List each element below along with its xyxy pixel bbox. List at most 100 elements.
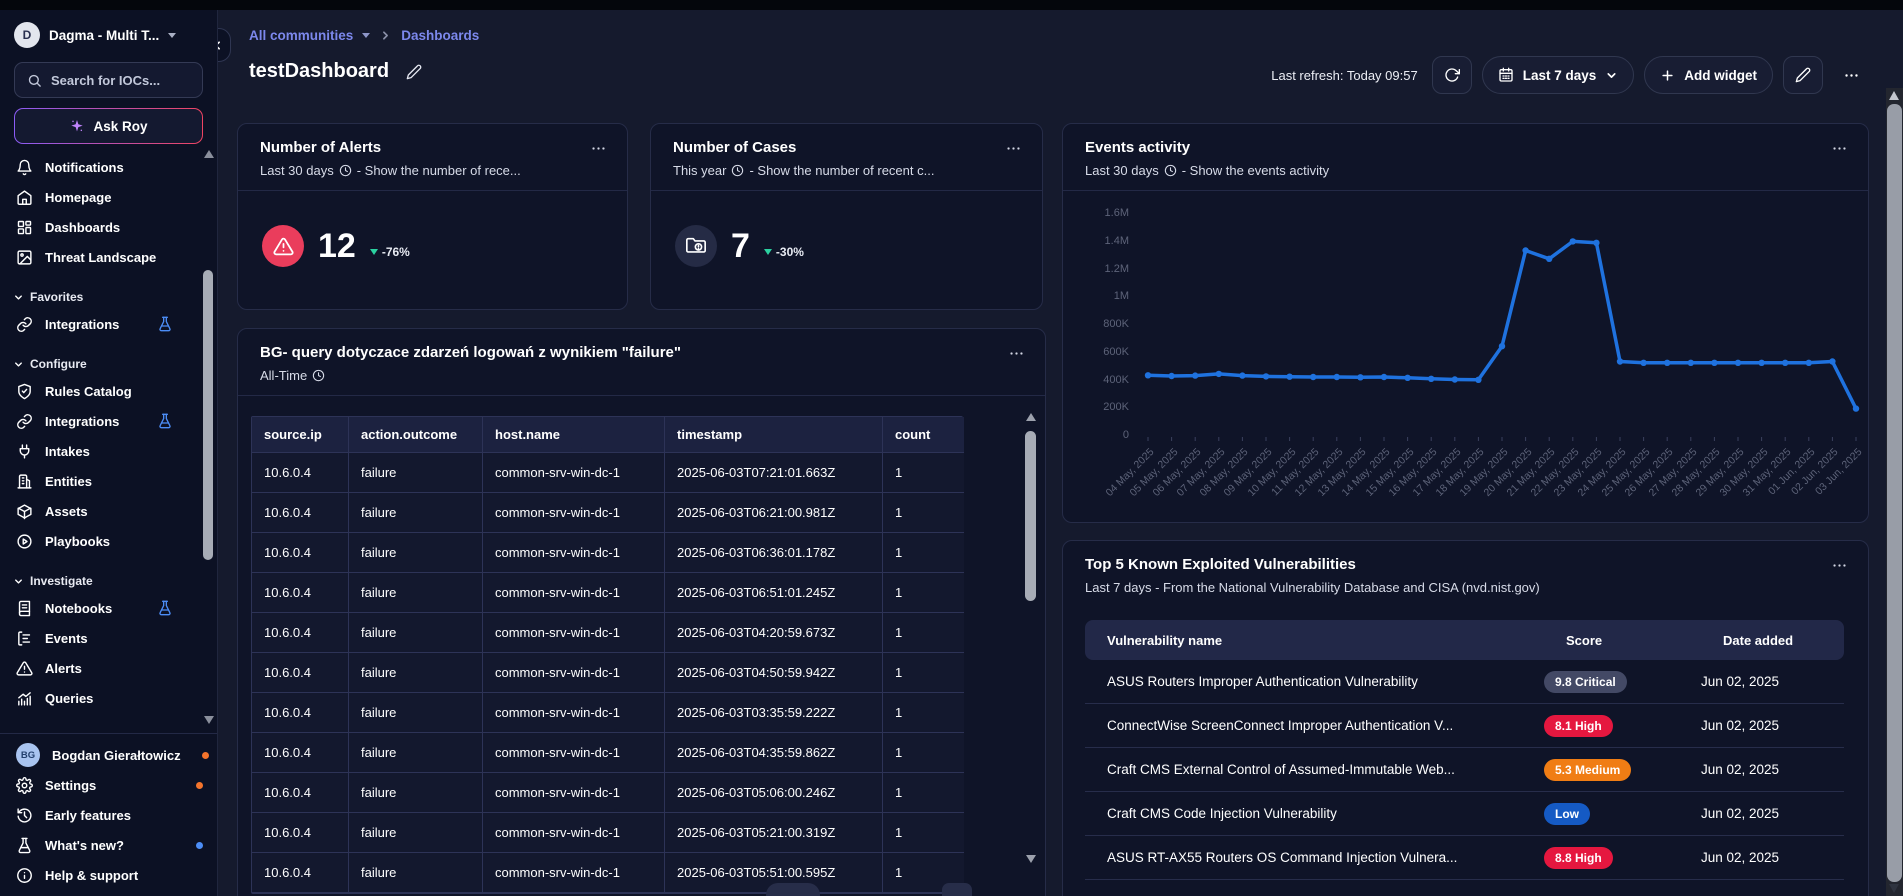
cell-score: 8.1 High bbox=[1544, 715, 1701, 737]
sidebar-collapse-button[interactable] bbox=[218, 28, 231, 62]
events-line-chart[interactable]: 0200K400K600K800K1M1.2M1.4M1.6M04 May, 2… bbox=[1063, 194, 1869, 523]
sidebar-item-queries[interactable]: Queries bbox=[0, 683, 199, 713]
sidebar-section-investigate[interactable]: Investigate bbox=[0, 569, 199, 593]
cell-source-ip: 10.6.0.4 bbox=[252, 733, 349, 773]
table-pagination-button[interactable] bbox=[766, 883, 820, 896]
table-row: Craft CMS External Control of Assumed-Im… bbox=[1085, 748, 1844, 792]
dashboard-more-button[interactable] bbox=[1833, 56, 1869, 94]
sidebar-section-configure[interactable]: Configure bbox=[0, 352, 199, 376]
scroll-down-arrow[interactable] bbox=[1889, 884, 1899, 893]
cell-host-name: common-srv-win-dc-1 bbox=[483, 813, 665, 853]
sidebar-item-whats-new[interactable]: What's new? bbox=[0, 830, 217, 860]
widget-menu-button[interactable] bbox=[1831, 140, 1848, 162]
flask-icon bbox=[16, 837, 33, 854]
clock-icon bbox=[731, 164, 744, 177]
cell-count: 1 bbox=[883, 573, 964, 613]
widget-menu-button[interactable] bbox=[590, 140, 607, 162]
scroll-up-arrow[interactable] bbox=[1889, 91, 1899, 100]
refresh-button[interactable] bbox=[1432, 56, 1472, 94]
table-row: 10.6.0.4 failure common-srv-win-dc-1 202… bbox=[252, 453, 962, 493]
sidebar-item-dashboards[interactable]: Dashboards bbox=[0, 212, 199, 242]
scroll-down-arrow[interactable] bbox=[1026, 855, 1036, 863]
breadcrumb-dashboards[interactable]: Dashboards bbox=[401, 28, 479, 43]
widget-bg-query: BG- query dotyczace zdarzeń logowań z wy… bbox=[237, 328, 1046, 896]
edit-title-pencil-icon[interactable] bbox=[406, 64, 422, 80]
bell-icon bbox=[16, 159, 33, 176]
scroll-up-arrow[interactable] bbox=[1026, 413, 1036, 421]
widget-menu-button[interactable] bbox=[1005, 140, 1022, 162]
cell-action-outcome: failure bbox=[349, 813, 483, 853]
ioc-search-input[interactable]: Search for IOCs... bbox=[14, 62, 203, 98]
widget-subtitle: This year - Show the number of recent c.… bbox=[673, 163, 1020, 178]
scrollbar-thumb[interactable] bbox=[1025, 431, 1036, 601]
scrollbar-thumb[interactable] bbox=[203, 270, 213, 560]
y-axis-tick: 200K bbox=[1083, 401, 1129, 413]
more-dots-icon bbox=[1005, 140, 1022, 157]
sidebar-item-settings[interactable]: Settings bbox=[0, 770, 217, 800]
sidebar-item-playbooks[interactable]: Playbooks bbox=[0, 526, 199, 556]
sidebar-item-early-features[interactable]: Early features bbox=[0, 800, 217, 830]
sidebar-item-threat-landscape[interactable]: Threat Landscape bbox=[0, 242, 199, 272]
y-axis-tick: 400K bbox=[1083, 374, 1129, 386]
sidebar-item-alerts[interactable]: Alerts bbox=[0, 653, 199, 683]
sidebar-item-entities[interactable]: Entities bbox=[0, 466, 199, 496]
widget-number-of-alerts: Number of Alerts Last 30 days - Show the… bbox=[237, 123, 628, 310]
sidebar-item-homepage[interactable]: Homepage bbox=[0, 182, 199, 212]
case-folder-icon bbox=[675, 225, 717, 267]
table-pagination-button[interactable] bbox=[942, 883, 972, 896]
table-body: ASUS Routers Improper Authentication Vul… bbox=[1085, 660, 1844, 880]
cell-action-outcome: failure bbox=[349, 573, 483, 613]
severity-badge: 8.1 High bbox=[1544, 715, 1613, 737]
widget-menu-button[interactable] bbox=[1831, 557, 1848, 579]
cell-source-ip: 10.6.0.4 bbox=[252, 493, 349, 533]
page-scrollbar[interactable] bbox=[1886, 88, 1903, 896]
sidebar-item-rules-catalog[interactable]: Rules Catalog bbox=[0, 376, 199, 406]
time-range-selector[interactable]: Last 7 days bbox=[1482, 56, 1635, 94]
main-area: All communities Dashboards testDashboard… bbox=[218, 10, 1903, 896]
cell-count: 1 bbox=[883, 733, 964, 773]
widget-menu-button[interactable] bbox=[1008, 345, 1025, 367]
cell-timestamp: 2025-06-03T04:50:59.942Z bbox=[665, 653, 883, 693]
sidebar-item-help-support[interactable]: Help & support bbox=[0, 860, 217, 890]
sidebar-item-assets[interactable]: Assets bbox=[0, 496, 199, 526]
cell-vulnerability-name: ASUS RT-AX55 Routers OS Command Injectio… bbox=[1085, 850, 1544, 865]
widget-header: Events activity Last 30 days - Show the … bbox=[1063, 124, 1868, 191]
add-widget-button[interactable]: Add widget bbox=[1644, 56, 1773, 94]
widget-subtitle: Last 30 days - Show the events activity bbox=[1085, 163, 1846, 178]
table-body: 10.6.0.4 failure common-srv-win-dc-1 202… bbox=[252, 453, 962, 893]
sidebar-item-integrations[interactable]: Integrations bbox=[0, 406, 199, 436]
dashboard-controls: Last refresh: Today 09:57 Last 7 days Ad… bbox=[1271, 56, 1869, 94]
sidebar-section-favorites[interactable]: Favorites bbox=[0, 285, 199, 309]
cell-timestamp: 2025-06-03T05:21:00.319Z bbox=[665, 813, 883, 853]
sidebar-item-user[interactable]: BG Bogdan Gierałtowicz bbox=[0, 740, 217, 770]
caret-down-icon[interactable] bbox=[362, 33, 370, 38]
column-header: host.name bbox=[483, 417, 665, 453]
ask-roy-button[interactable]: Ask Roy bbox=[14, 108, 203, 144]
cell-source-ip: 10.6.0.4 bbox=[252, 813, 349, 853]
sidebar-item-intakes[interactable]: Intakes bbox=[0, 436, 199, 466]
cell-count: 1 bbox=[883, 533, 964, 573]
sidebar-item-notifications[interactable]: Notifications bbox=[0, 152, 199, 182]
table-row: Craft CMS Code Injection Vulnerability L… bbox=[1085, 792, 1844, 836]
alerts-delta: -76% bbox=[370, 245, 410, 259]
more-dots-icon bbox=[1831, 557, 1848, 574]
cell-action-outcome: failure bbox=[349, 653, 483, 693]
scroll-down-arrow[interactable] bbox=[204, 716, 214, 724]
scrollbar-thumb[interactable] bbox=[1887, 104, 1902, 882]
scroll-up-arrow[interactable] bbox=[204, 150, 214, 158]
column-header: count bbox=[883, 417, 964, 453]
cell-score: Low bbox=[1544, 803, 1701, 825]
sidebar-scrollbar[interactable] bbox=[203, 150, 214, 724]
breadcrumb-community[interactable]: All communities bbox=[249, 28, 353, 43]
notebook-icon bbox=[16, 600, 33, 617]
sidebar-item-events[interactable]: Events bbox=[0, 623, 199, 653]
table-scrollbar[interactable] bbox=[1025, 413, 1038, 863]
sidebar-item-notebooks[interactable]: Notebooks bbox=[0, 593, 199, 623]
widget-title: BG- query dotyczace zdarzeń logowań z wy… bbox=[260, 344, 1023, 361]
sidebar-item-integrations-favorite[interactable]: Integrations bbox=[0, 309, 199, 339]
more-dots-icon bbox=[1843, 67, 1860, 84]
org-switcher[interactable]: D Dagma - Multi T... bbox=[0, 10, 217, 54]
widget-title: Events activity bbox=[1085, 139, 1846, 156]
edit-dashboard-button[interactable] bbox=[1783, 56, 1823, 94]
more-dots-icon bbox=[1008, 345, 1025, 362]
